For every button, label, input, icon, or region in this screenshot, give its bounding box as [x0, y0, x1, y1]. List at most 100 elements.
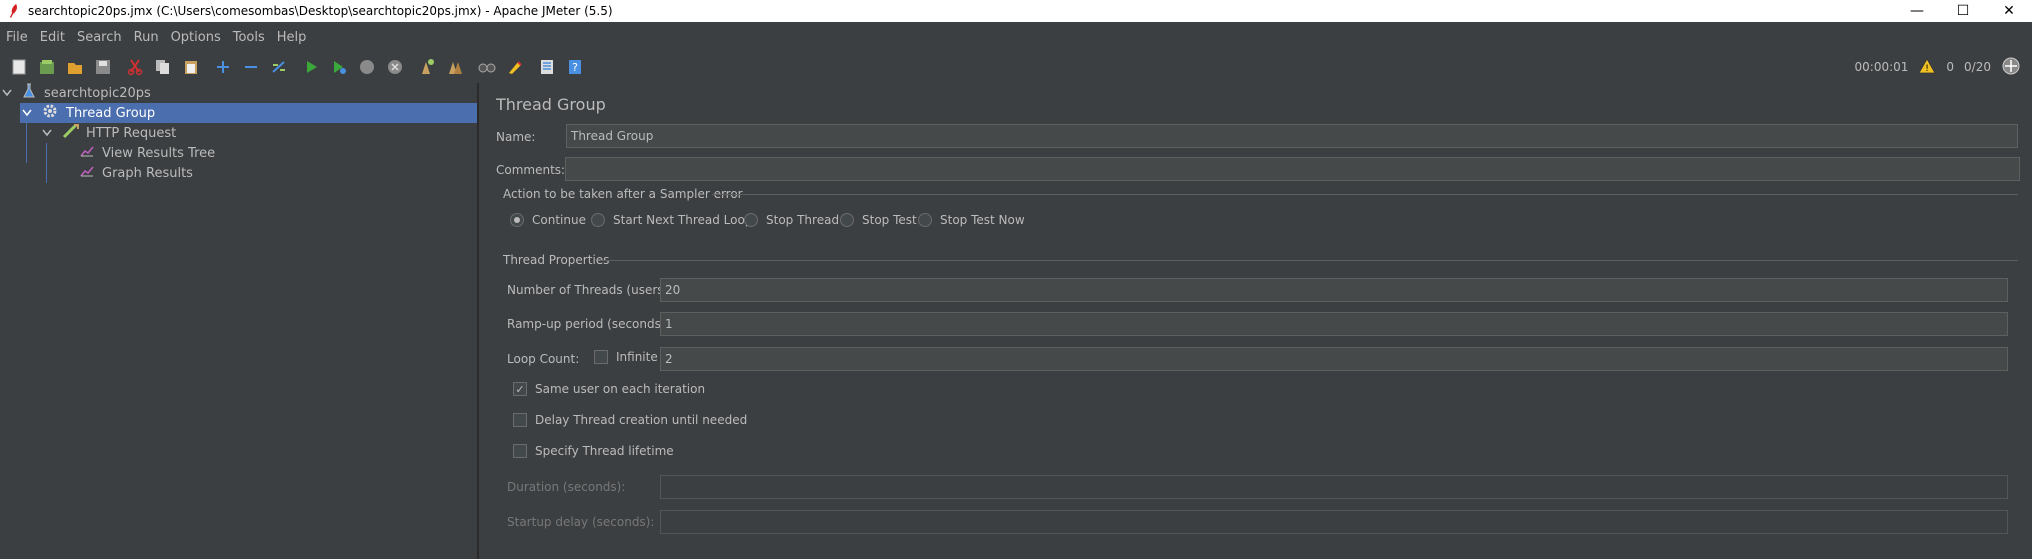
gear-icon: [42, 103, 60, 123]
title-bar: searchtopic20ps.jmx (C:\Users\comesombas…: [0, 0, 2032, 22]
tree-item-graph-results[interactable]: Graph Results: [80, 163, 477, 183]
copy-icon[interactable]: [150, 54, 176, 80]
warning-icon[interactable]: !: [1918, 57, 1937, 77]
delay-thread-creation-checkbox[interactable]: Delay Thread creation until needed: [513, 413, 747, 427]
menu-bar: File Edit Search Run Options Tools Help: [0, 22, 2032, 52]
chevron-down-icon[interactable]: [2, 86, 18, 101]
radio-button[interactable]: [744, 213, 758, 227]
menu-options[interactable]: Options: [169, 30, 223, 45]
threads-label: Number of Threads (users):: [507, 283, 673, 297]
startup-delay-field: [660, 510, 2008, 534]
start-no-pause-icon[interactable]: [326, 54, 352, 80]
toggle-icon[interactable]: [266, 54, 292, 80]
rampup-label: Ramp-up period (seconds):: [507, 317, 670, 331]
chart-icon: [80, 145, 98, 161]
radio-button[interactable]: [918, 213, 932, 227]
infinite-checkbox[interactable]: Infinite: [594, 350, 658, 364]
minimize-button[interactable]: —: [1894, 0, 1940, 22]
tree-item-thread-group[interactable]: Thread Group: [20, 103, 477, 123]
reset-search-icon[interactable]: [502, 54, 528, 80]
threads-field[interactable]: 20: [660, 278, 2008, 302]
radio-label: Continue: [532, 213, 586, 227]
radio-label: Stop Test Now: [940, 213, 1025, 227]
svg-text:?: ?: [572, 61, 578, 74]
menu-edit[interactable]: Edit: [38, 30, 67, 45]
shutdown-icon[interactable]: [382, 54, 408, 80]
new-icon[interactable]: [6, 54, 32, 80]
toolbar: ? 00:00:01 ! 0 0/20: [0, 52, 2032, 82]
checkbox-label: Delay Thread creation until needed: [535, 413, 748, 427]
specify-lifetime-checkbox[interactable]: Specify Thread lifetime: [513, 444, 674, 458]
maximize-button[interactable]: ☐: [1940, 0, 1986, 22]
test-plan-tree: searchtopic20ps Thread Group HTTP Reques…: [0, 83, 477, 559]
duration-field: [660, 475, 2008, 499]
tree-item-test-plan[interactable]: searchtopic20ps: [0, 83, 477, 103]
checkbox-label: Infinite: [616, 350, 658, 364]
start-icon[interactable]: [298, 54, 324, 80]
radio-stop-thread[interactable]: Stop Thread: [744, 213, 839, 227]
menu-file[interactable]: File: [4, 30, 30, 45]
radio-button[interactable]: [840, 213, 854, 227]
thread-group-panel: Thread Group Name: Thread Group Comments…: [480, 83, 2032, 559]
tree-item-http-request[interactable]: HTTP Request: [40, 123, 477, 143]
cut-icon[interactable]: [122, 54, 148, 80]
menu-help[interactable]: Help: [275, 30, 309, 45]
test-plan-icon: [22, 83, 40, 103]
save-icon[interactable]: [90, 54, 116, 80]
checkbox-box[interactable]: [513, 444, 527, 458]
panel-title: Thread Group: [496, 95, 606, 114]
tree-item-label: Graph Results: [102, 165, 193, 181]
open-icon[interactable]: [62, 54, 88, 80]
comments-label: Comments:: [496, 163, 566, 177]
chart-icon: [80, 165, 98, 181]
collapse-icon[interactable]: [238, 54, 264, 80]
checkbox-box[interactable]: [594, 350, 608, 364]
duration-label: Duration (seconds):: [507, 480, 626, 494]
radio-continue[interactable]: Continue: [510, 213, 586, 227]
chevron-down-icon[interactable]: [42, 126, 58, 141]
expand-icon[interactable]: [210, 54, 236, 80]
tree-item-label: HTTP Request: [86, 125, 177, 141]
radio-stop-test[interactable]: Stop Test: [840, 213, 917, 227]
function-helper-icon[interactable]: [534, 54, 560, 80]
jmeter-feather-icon: [6, 3, 22, 19]
clear-icon[interactable]: [414, 54, 440, 80]
comments-field[interactable]: [565, 157, 2020, 181]
tree-item-label: View Results Tree: [102, 145, 216, 161]
name-field[interactable]: Thread Group: [566, 124, 2018, 148]
menu-search[interactable]: Search: [75, 30, 124, 45]
close-button[interactable]: ✕: [1986, 0, 2032, 22]
checkmark-icon[interactable]: ✓: [513, 382, 527, 396]
pipette-icon: [62, 123, 80, 143]
same-user-checkbox[interactable]: ✓ Same user on each iteration: [513, 382, 705, 396]
radio-label: Start Next Thread Loop: [613, 213, 753, 227]
help-icon[interactable]: ?: [562, 54, 588, 80]
chevron-down-icon[interactable]: [22, 106, 38, 121]
search-icon[interactable]: [474, 54, 500, 80]
rampup-field[interactable]: 1: [660, 312, 2008, 336]
name-label: Name:: [496, 130, 536, 144]
templates-icon[interactable]: [34, 54, 60, 80]
split-pane-divider[interactable]: [477, 83, 479, 559]
tree-item-view-results-tree[interactable]: View Results Tree: [80, 143, 477, 163]
checkbox-label: Same user on each iteration: [535, 382, 706, 396]
radio-button[interactable]: [591, 213, 605, 227]
paste-icon[interactable]: [178, 54, 204, 80]
loop-count-field[interactable]: 2: [660, 347, 2008, 371]
radio-stop-test-now[interactable]: Stop Test Now: [918, 213, 1025, 227]
warning-count: 0: [1946, 60, 1955, 74]
loop-count-label: Loop Count:: [507, 352, 580, 366]
radio-start-next-thread-loop[interactable]: Start Next Thread Loop: [591, 213, 752, 227]
stop-icon[interactable]: [354, 54, 380, 80]
radio-label: Stop Thread: [766, 213, 840, 227]
clear-all-icon[interactable]: [442, 54, 468, 80]
checkbox-box[interactable]: [513, 413, 527, 427]
menu-run[interactable]: Run: [132, 30, 161, 45]
thread-properties-group-title: Thread Properties: [503, 253, 610, 267]
startup-delay-label: Startup delay (seconds):: [507, 515, 655, 529]
menu-tools[interactable]: Tools: [231, 30, 267, 45]
tree-item-label: searchtopic20ps: [44, 85, 151, 101]
radio-button[interactable]: [510, 213, 524, 227]
tree-item-label: Thread Group: [66, 105, 156, 121]
remote-globe-icon[interactable]: [2001, 56, 2021, 79]
